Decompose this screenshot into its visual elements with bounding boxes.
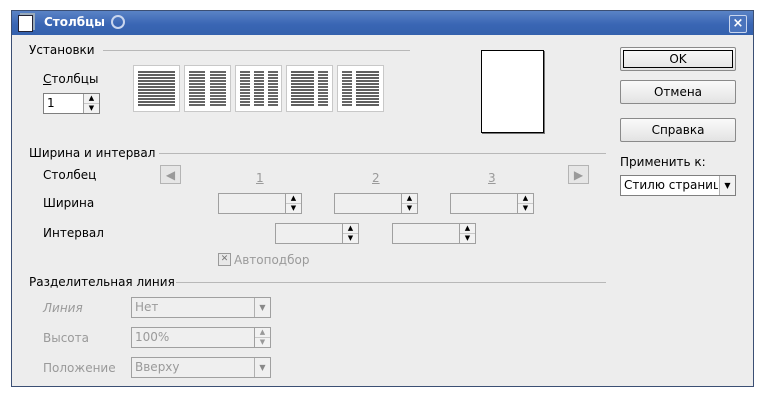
- preset-2-columns-wide-right[interactable]: [337, 65, 384, 112]
- decrement-icon[interactable]: ▼: [255, 338, 270, 347]
- position-label: Положение: [43, 361, 116, 375]
- width-col2-spinner[interactable]: ▲ ▼: [334, 193, 418, 214]
- separator-section-label: Разделительная линия: [29, 275, 175, 289]
- next-column-button[interactable]: ▶: [568, 165, 589, 184]
- decrement-icon[interactable]: ▼: [402, 204, 417, 213]
- preset-2-columns-wide-left-icon: [291, 71, 328, 106]
- arrow-left-icon: ◀: [165, 168, 176, 182]
- preset-3-columns[interactable]: [235, 65, 282, 112]
- spacing-label: Интервал: [43, 226, 104, 240]
- position-value: Вверху: [135, 360, 180, 374]
- decrement-icon[interactable]: ▼: [286, 204, 301, 213]
- chevron-down-icon: ▼: [719, 176, 735, 195]
- decrement-icon[interactable]: ▼: [343, 234, 358, 243]
- apply-to-dropdown[interactable]: Стилю страниц ▼: [620, 175, 736, 196]
- increment-icon[interactable]: ▲: [255, 328, 270, 338]
- decrement-icon[interactable]: ▼: [84, 104, 99, 113]
- close-button[interactable]: ×: [729, 15, 747, 33]
- increment-icon[interactable]: ▲: [402, 194, 417, 204]
- document-icon: [18, 15, 33, 32]
- line-style-value: Нет: [135, 300, 159, 314]
- cancel-button[interactable]: Отмена: [620, 80, 736, 104]
- apply-to-label: Применить к:: [620, 155, 706, 169]
- prev-column-button[interactable]: ◀: [160, 165, 181, 184]
- busy-spiral-icon: [111, 15, 125, 29]
- line-style-dropdown[interactable]: Нет ▼: [131, 297, 271, 318]
- columns-count-spinner[interactable]: 1 ▲ ▼: [43, 93, 100, 114]
- preset-3-columns-icon: [240, 71, 278, 106]
- width-col1-spinner[interactable]: ▲ ▼: [218, 193, 302, 214]
- increment-icon[interactable]: ▲: [460, 224, 475, 234]
- preset-2-columns[interactable]: [184, 65, 231, 112]
- title-bar: Столбцы ×: [12, 11, 753, 35]
- width-spacing-separator: [159, 153, 606, 154]
- ok-button[interactable]: OK: [620, 47, 736, 71]
- settings-section-label: Установки: [29, 43, 95, 57]
- column-number-1: 1: [256, 171, 264, 185]
- separator-line-divider: [176, 282, 606, 283]
- preset-2-columns-wide-right-icon: [342, 71, 379, 106]
- height-value: 100%: [135, 330, 170, 344]
- apply-to-value: Стилю страниц: [624, 178, 718, 192]
- increment-icon[interactable]: ▲: [518, 194, 533, 204]
- chevron-down-icon: ▼: [254, 358, 270, 377]
- position-dropdown[interactable]: Вверху ▼: [131, 357, 271, 378]
- preset-1-column[interactable]: [133, 65, 180, 112]
- window-title: Столбцы: [44, 15, 105, 29]
- increment-icon[interactable]: ▲: [286, 194, 301, 204]
- line-label: Линия: [43, 301, 83, 315]
- page-preview: [481, 50, 544, 133]
- columns-label: Столбцы: [43, 72, 99, 86]
- spacing-1-2-spinner[interactable]: ▲ ▼: [275, 223, 359, 244]
- autofit-label: Автоподбор: [234, 253, 310, 267]
- settings-separator: [103, 50, 410, 51]
- autofit-checkbox[interactable]: ✕: [218, 253, 231, 266]
- arrow-right-icon: ▶: [573, 168, 584, 182]
- decrement-icon[interactable]: ▼: [460, 234, 475, 243]
- column-label: Столбец: [43, 168, 97, 182]
- height-label: Высота: [43, 331, 89, 345]
- width-col3-spinner[interactable]: ▲ ▼: [450, 193, 534, 214]
- column-number-2: 2: [372, 171, 380, 185]
- chevron-down-icon: ▼: [254, 298, 270, 317]
- preset-2-columns-wide-left[interactable]: [286, 65, 333, 112]
- height-spinner[interactable]: 100% ▲ ▼: [131, 327, 271, 348]
- columns-count-value: 1: [47, 96, 55, 110]
- width-label: Ширина: [43, 196, 95, 210]
- spacing-2-3-spinner[interactable]: ▲ ▼: [392, 223, 476, 244]
- columns-dialog: Столбцы × Установки Столбцы 1 ▲ ▼ Ширина…: [11, 10, 754, 387]
- increment-icon[interactable]: ▲: [343, 224, 358, 234]
- width-spacing-section-label: Ширина и интервал: [29, 146, 156, 160]
- column-number-3: 3: [488, 171, 496, 185]
- preset-1-column-icon: [138, 71, 175, 106]
- preset-2-columns-icon: [189, 71, 226, 106]
- decrement-icon[interactable]: ▼: [518, 204, 533, 213]
- help-button[interactable]: Справка: [620, 118, 736, 142]
- checkmark-icon: ✕: [220, 254, 229, 264]
- increment-icon[interactable]: ▲: [84, 94, 99, 104]
